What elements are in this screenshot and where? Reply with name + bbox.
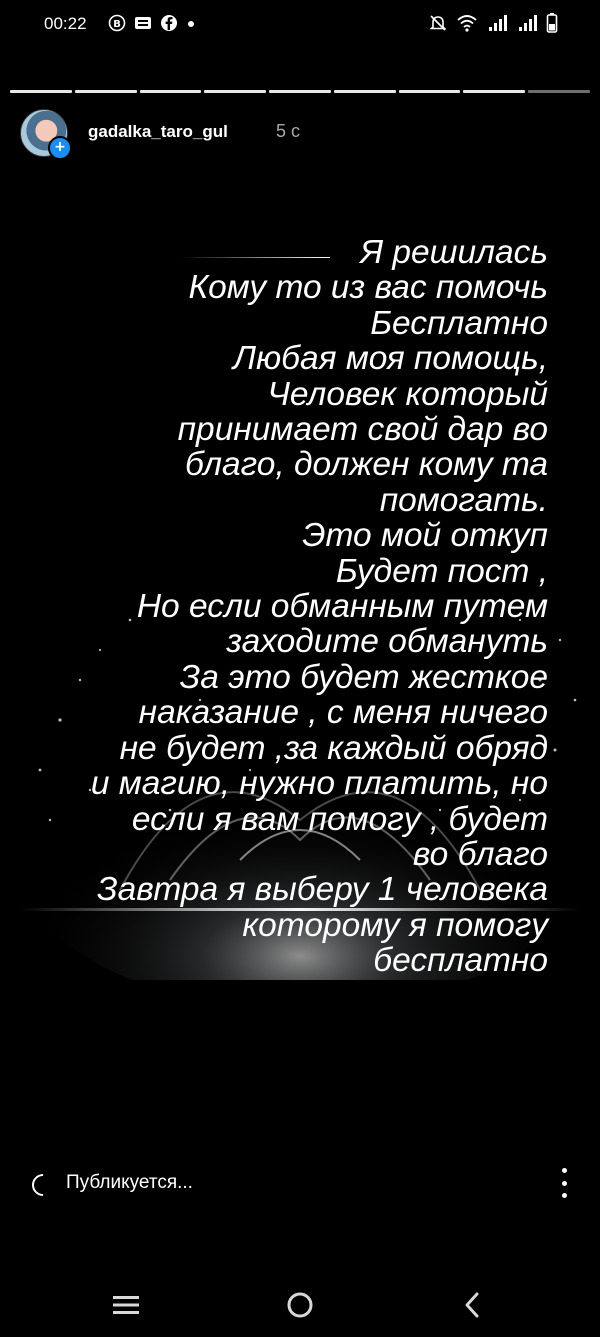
story-text-line: которому я помогу (242, 906, 548, 944)
signal-icon (489, 15, 507, 31)
story-text-line: Я решилась (360, 234, 548, 271)
b-circle-icon: B (108, 14, 126, 32)
story-text-line: наказание , с меня ничего (138, 694, 548, 732)
more-dot-icon (561, 1193, 567, 1198)
wifi-icon (457, 15, 477, 32)
story-text-line: бесплатно (373, 942, 548, 980)
progress-segment (204, 90, 267, 93)
story-text-line: Любая моя помощь, (233, 340, 548, 378)
story-text: Я решилась Кому то из вас помочь Бесплатно… (28, 235, 548, 979)
status-time: 00:22 (44, 14, 87, 33)
story-text-line: За это будет жесткое (179, 658, 548, 696)
story-text-line: принимает свой дар во (177, 411, 548, 449)
progress-segment (528, 90, 591, 93)
recent-apps-button[interactable] (106, 1290, 146, 1320)
username[interactable]: gadalka_taro_gul (88, 122, 228, 142)
mail-icon (135, 17, 151, 29)
status-bar: 00:22 B (0, 0, 600, 52)
story-progress-bar (10, 90, 591, 94)
facebook-icon (161, 15, 177, 31)
story-text-line: Бесплатно (370, 304, 548, 342)
story-text-line: заходите обмануть (226, 623, 548, 661)
progress-segment (74, 90, 137, 93)
system-icons (428, 12, 558, 34)
story-text-line: Будет пост , (335, 552, 548, 590)
progress-segment (333, 90, 396, 93)
home-icon (287, 1292, 313, 1318)
more-dot-icon (561, 1180, 567, 1186)
progress-segment (269, 90, 331, 93)
story-text-line: во благо (412, 835, 548, 873)
back-button[interactable] (452, 1290, 492, 1320)
story-text-line: и магию, нужно платить, но (90, 765, 548, 803)
post-age: 5 с (276, 121, 301, 141)
battery-icon (546, 13, 558, 33)
add-story-icon[interactable]: + (48, 136, 72, 160)
progress-segment (139, 90, 202, 93)
dot-icon (188, 21, 194, 27)
more-dot-icon (561, 1168, 567, 1173)
story-text-line: Это мой откуп (302, 517, 548, 555)
more-options-button[interactable] (552, 1168, 576, 1198)
back-icon (465, 1292, 479, 1318)
notification-icons: B (108, 14, 196, 32)
loading-spinner-icon (27, 1169, 59, 1201)
progress-segment (10, 90, 72, 93)
svg-text:B: B (113, 19, 121, 30)
mute-icon (429, 15, 447, 31)
progress-segment (463, 90, 526, 93)
publishing-status: Публикуется... (66, 1172, 193, 1193)
story-text-line: не будет ,за каждый обряд (119, 729, 548, 767)
story-text-line: помогать. (379, 481, 548, 519)
signal-icon-2 (519, 15, 537, 31)
story-text-line: Кому то из вас помочь (188, 269, 548, 307)
story-text-line: Но если обманным путем (136, 588, 548, 626)
story-text-line: благо, должен кому та (184, 446, 548, 484)
story-footer: Публикуется... (0, 1160, 600, 1210)
recent-apps-icon (113, 1296, 139, 1314)
progress-segment (398, 90, 461, 93)
story-text-line: Человек который (267, 375, 548, 413)
home-button[interactable] (280, 1290, 320, 1320)
story-text-line: если я вам помогу , будет (131, 800, 548, 838)
story-text-line: Завтра я выберу 1 человека (97, 871, 548, 909)
navigation-bar (0, 1270, 600, 1337)
